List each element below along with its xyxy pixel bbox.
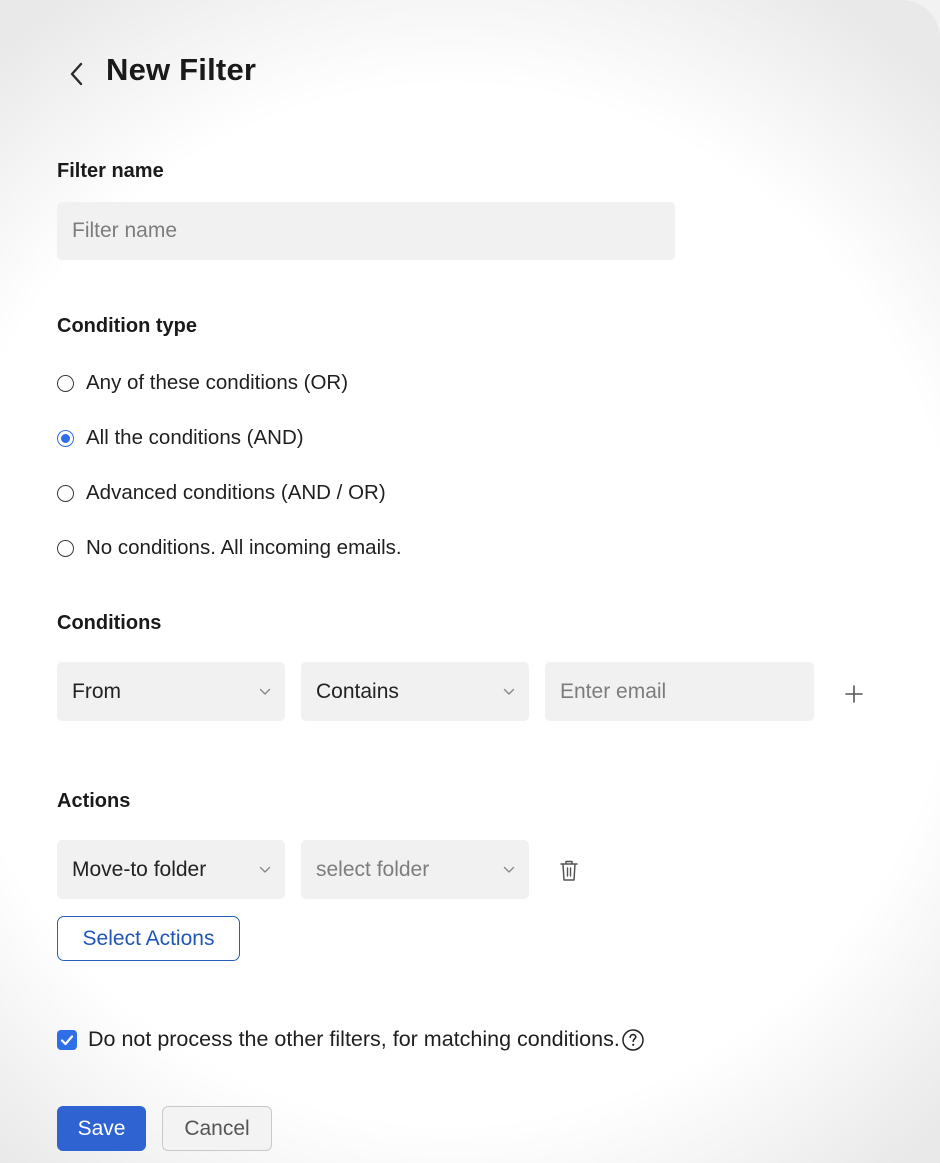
radio-advanced-conditions[interactable]: Advanced conditions (AND / OR)	[57, 481, 386, 505]
chevron-left-icon[interactable]	[62, 58, 90, 90]
filter-name-label: Filter name	[57, 160, 164, 182]
chevron-down-icon	[503, 688, 515, 695]
radio-any-conditions[interactable]: Any of these conditions (OR)	[57, 371, 348, 395]
action-type-value: Move-to folder	[72, 857, 207, 881]
condition-email-input[interactable]: Enter email	[545, 662, 814, 721]
filter-name-placeholder: Filter name	[72, 219, 178, 242]
radio-button[interactable]	[57, 484, 74, 502]
condition-field-value: From	[72, 679, 121, 703]
filter-name-input[interactable]: Filter name	[57, 202, 675, 260]
actions-label: Actions	[57, 790, 131, 812]
chevron-down-icon	[259, 688, 271, 695]
radio-button[interactable]	[57, 539, 74, 557]
stop-processing-label: Do not process the other filters, for ma…	[88, 1027, 620, 1051]
folder-select-placeholder: select folder	[316, 857, 430, 881]
radio-label: Any of these conditions (OR)	[86, 371, 349, 394]
radio-label: Advanced conditions (AND / OR)	[86, 481, 386, 504]
radio-all-conditions[interactable]: All the conditions (AND)	[57, 426, 304, 450]
radio-label: All the conditions (AND)	[86, 426, 304, 449]
conditions-label: Conditions	[57, 612, 162, 634]
radio-button-selected[interactable]	[57, 429, 74, 447]
save-button[interactable]: Save	[57, 1106, 146, 1151]
folder-select[interactable]: select folder	[301, 840, 529, 899]
stop-processing-checkbox[interactable]	[57, 1029, 77, 1050]
stop-processing-option: Do not process the other filters, for ma…	[57, 1027, 645, 1052]
action-type-select[interactable]: Move-to folder	[57, 840, 285, 899]
radio-button[interactable]	[57, 374, 74, 392]
radio-no-conditions[interactable]: No conditions. All incoming emails.	[57, 536, 402, 560]
checkmark-icon	[60, 1034, 74, 1045]
condition-operator-value: Contains	[316, 679, 399, 703]
condition-type-label: Condition type	[57, 315, 197, 337]
plus-icon[interactable]	[842, 682, 866, 706]
cancel-button[interactable]: Cancel	[162, 1106, 272, 1151]
page-title: New Filter	[106, 52, 257, 87]
condition-field-select[interactable]: From	[57, 662, 285, 721]
condition-email-placeholder: Enter email	[560, 679, 667, 703]
radio-label: No conditions. All incoming emails.	[86, 536, 402, 559]
radio-dot	[61, 433, 70, 443]
question-circle-icon[interactable]	[621, 1028, 645, 1052]
new-filter-panel: New Filter Filter name Filter name Condi…	[0, 0, 940, 1163]
chevron-down-icon	[259, 866, 271, 873]
trash-icon[interactable]	[558, 858, 580, 884]
chevron-down-icon	[503, 866, 515, 873]
condition-operator-select[interactable]: Contains	[301, 662, 529, 721]
select-actions-button[interactable]: Select Actions	[57, 916, 240, 961]
